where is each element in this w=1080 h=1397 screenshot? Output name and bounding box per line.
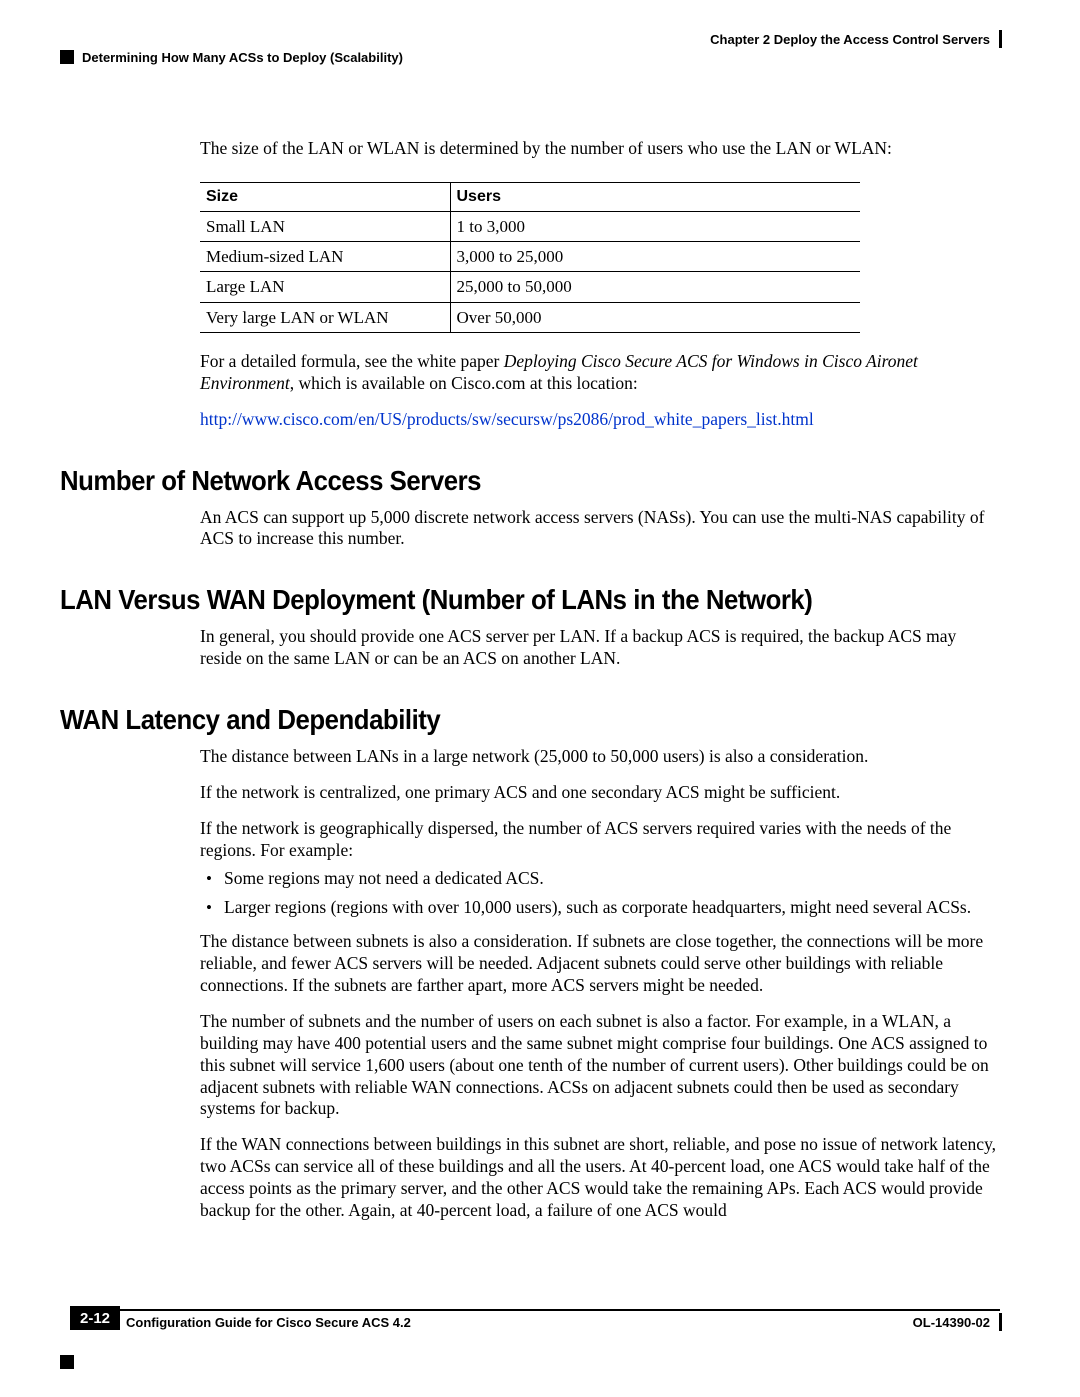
wan-lat-p4: The distance between subnets is also a c…	[200, 931, 1000, 997]
heading-lan-wan: LAN Versus WAN Deployment (Number of LAN…	[60, 584, 925, 616]
section-lan-wan: LAN Versus WAN Deployment (Number of LAN…	[60, 584, 1000, 616]
section-nas-body: An ACS can support up 5,000 discrete net…	[200, 507, 1000, 551]
formula-pre: For a detailed formula, see the white pa…	[200, 351, 504, 371]
header-breadcrumb: Determining How Many ACSs to Deploy (Sca…	[82, 50, 403, 65]
th-size: Size	[200, 182, 450, 211]
page-footer: 2-12 Configuration Guide for Cisco Secur…	[60, 1309, 1020, 1351]
section-wan-latency: WAN Latency and Dependability	[60, 704, 1000, 736]
header-right-bar-icon	[999, 30, 1002, 48]
intro-paragraph: The size of the LAN or WLAN is determine…	[200, 138, 1000, 160]
table-row: Large LAN 25,000 to 50,000	[200, 272, 860, 302]
page-header: Chapter 2 Deploy the Access Control Serv…	[60, 32, 1020, 78]
formula-post: , which is available on Cisco.com at thi…	[290, 373, 638, 393]
header-square-icon	[60, 50, 74, 64]
footer-doc-id: OL-14390-02	[913, 1315, 990, 1330]
header-top-row: Chapter 2 Deploy the Access Control Serv…	[60, 32, 1020, 46]
wan-lat-p2: If the network is centralized, one prima…	[200, 782, 1000, 804]
section-nas: Number of Network Access Servers	[60, 465, 1000, 497]
document-page: Chapter 2 Deploy the Access Control Serv…	[60, 32, 1020, 1236]
lan-size-table: Size Users Small LAN 1 to 3,000 Medium-s…	[200, 182, 860, 333]
footer-rule-icon	[120, 1309, 1000, 1311]
wan-lat-p1: The distance between LANs in a large net…	[200, 746, 1000, 768]
table-row: Very large LAN or WLAN Over 50,000	[200, 302, 860, 332]
page-number-box: 2-12	[70, 1306, 120, 1330]
cell-size: Large LAN	[200, 272, 450, 302]
table-row: Medium-sized LAN 3,000 to 25,000	[200, 242, 860, 272]
link-paragraph: http://www.cisco.com/en/US/products/sw/s…	[200, 409, 1000, 431]
body-column: The size of the LAN or WLAN is determine…	[200, 78, 1000, 431]
chapter-label: Chapter 2 Deploy the Access Control Serv…	[710, 32, 990, 47]
formula-paragraph: For a detailed formula, see the white pa…	[200, 351, 1000, 395]
table-header-row: Size Users	[200, 182, 860, 211]
section-wan-latency-body: The distance between LANs in a large net…	[200, 746, 1000, 1222]
cell-size: Small LAN	[200, 211, 450, 241]
cell-users: 1 to 3,000	[450, 211, 860, 241]
wan-lat-p6: If the WAN connections between buildings…	[200, 1134, 1000, 1222]
list-item: Larger regions (regions with over 10,000…	[200, 897, 1000, 919]
heading-wan-latency: WAN Latency and Dependability	[60, 704, 925, 736]
list-item: Some regions may not need a dedicated AC…	[200, 868, 1000, 890]
cell-size: Very large LAN or WLAN	[200, 302, 450, 332]
footer-guide-title: Configuration Guide for Cisco Secure ACS…	[126, 1315, 411, 1330]
whitepaper-link[interactable]: http://www.cisco.com/en/US/products/sw/s…	[200, 409, 814, 429]
section-lan-wan-body: In general, you should provide one ACS s…	[200, 626, 1000, 670]
wan-lat-p3: If the network is geographically dispers…	[200, 818, 1000, 862]
th-users: Users	[450, 182, 860, 211]
wan-lat-p5: The number of subnets and the number of …	[200, 1011, 1000, 1120]
cell-size: Medium-sized LAN	[200, 242, 450, 272]
cell-users: 3,000 to 25,000	[450, 242, 860, 272]
table-row: Small LAN 1 to 3,000	[200, 211, 860, 241]
cell-users: Over 50,000	[450, 302, 860, 332]
heading-nas: Number of Network Access Servers	[60, 465, 925, 497]
cell-users: 25,000 to 50,000	[450, 272, 860, 302]
lan-wan-paragraph: In general, you should provide one ACS s…	[200, 626, 1000, 670]
wan-lat-bullet-list: Some regions may not need a dedicated AC…	[200, 868, 1000, 920]
nas-paragraph: An ACS can support up 5,000 discrete net…	[200, 507, 1000, 551]
footer-right-bar-icon	[999, 1313, 1002, 1331]
footer-square-icon	[60, 1355, 74, 1369]
